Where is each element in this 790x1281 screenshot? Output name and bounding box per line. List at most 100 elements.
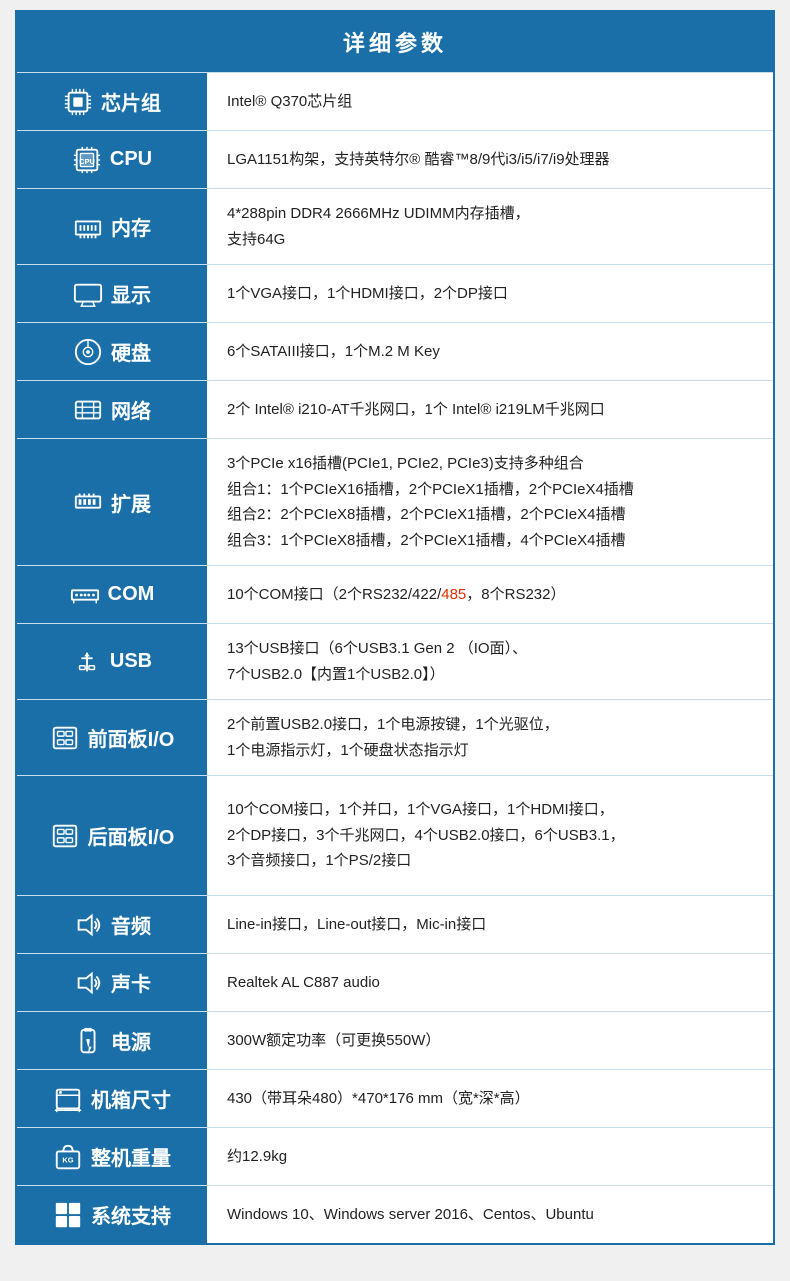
row-memory: 内存 4*288pin DDR4 2666MHz UDIMM内存插槽， 支持64G bbox=[17, 188, 773, 264]
label-text-harddisk: 硬盘 bbox=[111, 337, 151, 366]
cpu-icon: CPU bbox=[72, 145, 102, 175]
label-text-cpu: CPU bbox=[110, 148, 152, 171]
row-chipset: 芯片组 Intel® Q370芯片组 bbox=[17, 72, 773, 130]
value-line: 组合2：2个PCIeX8插槽，2个PCIeX1插槽，2个PCIeX4插槽 bbox=[227, 506, 625, 523]
value-line: 组合1：1个PCIeX16插槽，2个PCIeX1插槽，2个PCIeX4插槽 bbox=[227, 481, 634, 498]
label-display: 显示 bbox=[17, 265, 207, 322]
header-title: 详细参数 bbox=[343, 31, 447, 56]
value-memory: 4*288pin DDR4 2666MHz UDIMM内存插槽， 支持64G bbox=[207, 189, 773, 264]
display-icon bbox=[73, 279, 103, 309]
value-audio: Line-in接口，Line-out接口，Mic-in接口 bbox=[207, 896, 773, 953]
value-power: 300W额定功率（可更换550W） bbox=[207, 1012, 773, 1069]
label-text-network: 网络 bbox=[111, 395, 151, 424]
audio-icon bbox=[73, 968, 103, 998]
expansion-icon bbox=[73, 487, 103, 517]
value-line: 7个USB2.0【内置1个USB2.0】） bbox=[227, 666, 445, 683]
row-expansion: 扩展3个PCIe x16插槽(PCIe1, PCIe2, PCIe3)支持多种组… bbox=[17, 438, 773, 565]
label-soundcard: 声卡 bbox=[17, 954, 207, 1011]
row-cpu: CPU CPU LGA1151构架，支持英特尔® 酷睿™8/9代i3/i5/i7/… bbox=[17, 130, 773, 188]
label-text-audio: 音频 bbox=[111, 910, 151, 939]
label-expansion: 扩展 bbox=[17, 439, 207, 565]
value-line: 10个COM接口，1个并口，1个VGA接口，1个HDMI接口， bbox=[227, 801, 614, 818]
label-text-casesize: 机箱尺寸 bbox=[91, 1084, 171, 1113]
value-text-network: 2个 Intel® i210-AT千兆网口，1个 Intel® i219LM千兆… bbox=[227, 397, 753, 423]
value-os: Windows 10、Windows server 2016、Centos、Ub… bbox=[207, 1186, 773, 1243]
value-text-os: Windows 10、Windows server 2016、Centos、Ub… bbox=[227, 1202, 753, 1228]
svg-text:CPU: CPU bbox=[79, 156, 95, 165]
value-text-soundcard: Realtek AL C887 audio bbox=[227, 970, 753, 996]
row-display: 显示 1个VGA接口，1个HDMI接口，2个DP接口 bbox=[17, 264, 773, 322]
label-usb: USB bbox=[17, 624, 207, 699]
reario-icon bbox=[50, 821, 80, 851]
label-audio: 音频 bbox=[17, 896, 207, 953]
row-weight: KG 整机重量约12.9kg bbox=[17, 1127, 773, 1185]
value-casesize: 430（带耳朵480）*470*176 mm（宽*深*高） bbox=[207, 1070, 773, 1127]
value-soundcard: Realtek AL C887 audio bbox=[207, 954, 773, 1011]
label-frontio: 前面板I/O bbox=[17, 700, 207, 775]
label-reario: 后面板I/O bbox=[17, 776, 207, 895]
row-casesize: 机箱尺寸 430（带耳朵480）*470*176 mm（宽*深*高） bbox=[17, 1069, 773, 1127]
usb-icon bbox=[72, 647, 102, 677]
frontio-icon bbox=[50, 723, 80, 753]
label-memory: 内存 bbox=[17, 189, 207, 264]
label-text-display: 显示 bbox=[111, 279, 151, 308]
row-frontio: 前面板I/O 2个前置USB2.0接口，1个电源按键，1个光驱位，1个电源指示灯，… bbox=[17, 699, 773, 775]
value-text-power: 300W额定功率（可更换550W） bbox=[227, 1028, 753, 1054]
value-text-weight: 约12.9kg bbox=[227, 1144, 753, 1170]
value-usb: 13个USB接口（6个USB3.1 Gen 2 （IO面）、 7个USB2.0【内… bbox=[207, 624, 773, 699]
value-text-display: 1个VGA接口，1个HDMI接口，2个DP接口 bbox=[227, 281, 753, 307]
highlighted-text: 485 bbox=[441, 586, 466, 603]
row-harddisk: 硬盘6个SATAIII接口，1个M.2 M Key bbox=[17, 322, 773, 380]
value-inner-frontio: 2个前置USB2.0接口，1个电源按键，1个光驱位，1个电源指示灯，1个硬盘状态… bbox=[227, 712, 753, 763]
svg-text:KG: KG bbox=[62, 1155, 73, 1164]
label-text-soundcard: 声卡 bbox=[111, 968, 151, 997]
label-com: COM bbox=[17, 566, 207, 623]
label-text-usb: USB bbox=[110, 650, 152, 673]
value-inner-com: 10个COM接口（2个RS232/422/485，8个RS232） bbox=[227, 582, 753, 608]
label-casesize: 机箱尺寸 bbox=[17, 1070, 207, 1127]
audio-icon bbox=[73, 910, 103, 940]
weight-icon: KG bbox=[53, 1142, 83, 1172]
row-audio: 音频 Line-in接口，Line-out接口，Mic-in接口 bbox=[17, 895, 773, 953]
label-text-power: 电源 bbox=[111, 1026, 151, 1055]
value-inner-memory: 4*288pin DDR4 2666MHz UDIMM内存插槽， 支持64G bbox=[227, 201, 753, 252]
label-weight: KG 整机重量 bbox=[17, 1128, 207, 1185]
value-frontio: 2个前置USB2.0接口，1个电源按键，1个光驱位，1个电源指示灯，1个硬盘状态… bbox=[207, 700, 773, 775]
value-line: 组合3：1个PCIeX8插槽，2个PCIeX1插槽，4个PCIeX4插槽 bbox=[227, 532, 625, 549]
casesize-icon bbox=[53, 1084, 83, 1114]
value-cpu: LGA1151构架，支持英特尔® 酷睿™8/9代i3/i5/i7/i9处理器 bbox=[207, 131, 773, 188]
com-icon bbox=[70, 580, 100, 610]
label-harddisk: 硬盘 bbox=[17, 323, 207, 380]
spec-table: 详细参数 芯片组 Intel® Q370芯片组 bbox=[15, 10, 775, 1245]
label-text-memory: 内存 bbox=[111, 212, 151, 241]
value-text-chipset: Intel® Q370芯片组 bbox=[227, 89, 753, 115]
value-line: 4*288pin DDR4 2666MHz UDIMM内存插槽， bbox=[227, 205, 530, 222]
label-text-frontio: 前面板I/O bbox=[88, 723, 175, 752]
row-power: 电源 300W额定功率（可更换550W） bbox=[17, 1011, 773, 1069]
label-chipset: 芯片组 bbox=[17, 73, 207, 130]
label-text-weight: 整机重量 bbox=[91, 1142, 171, 1171]
value-line: 支持64G bbox=[227, 231, 285, 248]
row-com: COM 10个COM接口（2个RS232/422/485，8个RS232） bbox=[17, 565, 773, 623]
value-expansion: 3个PCIe x16插槽(PCIe1, PCIe2, PCIe3)支持多种组合组… bbox=[207, 439, 773, 565]
row-network: 网络 2个 Intel® i210-AT千兆网口，1个 Intel® i219LM… bbox=[17, 380, 773, 438]
row-soundcard: 声卡 Realtek AL C887 audio bbox=[17, 953, 773, 1011]
power-icon bbox=[73, 1026, 103, 1056]
label-text-os: 系统支持 bbox=[91, 1200, 171, 1229]
chipset-icon bbox=[63, 87, 93, 117]
value-text-audio: Line-in接口，Line-out接口，Mic-in接口 bbox=[227, 912, 753, 938]
value-chipset: Intel® Q370芯片组 bbox=[207, 73, 773, 130]
normal-text: 10个COM接口（2个RS232/422/ bbox=[227, 586, 441, 603]
normal-text: ，8个RS232） bbox=[466, 586, 565, 603]
value-line: 3个音频接口，1个PS/2接口 bbox=[227, 852, 411, 869]
value-line: 13个USB接口（6个USB3.1 Gen 2 （IO面）、 bbox=[227, 640, 527, 657]
os-icon bbox=[53, 1200, 83, 1230]
network-icon bbox=[73, 395, 103, 425]
label-text-chipset: 芯片组 bbox=[101, 87, 161, 116]
value-network: 2个 Intel® i210-AT千兆网口，1个 Intel® i219LM千兆… bbox=[207, 381, 773, 438]
harddisk-icon bbox=[73, 337, 103, 367]
value-com: 10个COM接口（2个RS232/422/485，8个RS232） bbox=[207, 566, 773, 623]
value-reario: 10个COM接口，1个并口，1个VGA接口，1个HDMI接口，2个DP接口，3个… bbox=[207, 776, 773, 895]
value-inner-expansion: 3个PCIe x16插槽(PCIe1, PCIe2, PCIe3)支持多种组合组… bbox=[227, 451, 753, 553]
label-power: 电源 bbox=[17, 1012, 207, 1069]
